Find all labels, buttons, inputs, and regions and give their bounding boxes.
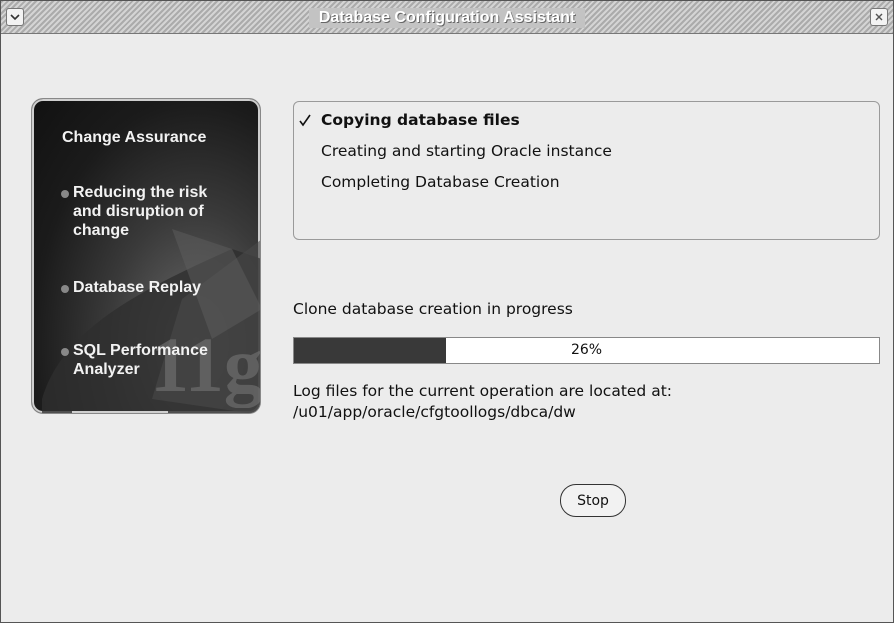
progress-label: 26%: [570, 342, 603, 358]
close-button[interactable]: [870, 8, 888, 26]
info-panel: 11g Change Assurance Reducing the risk a…: [31, 98, 261, 414]
panel-heading: Change Assurance: [62, 129, 207, 146]
progress-bar: 26%: [293, 337, 880, 364]
checkmark-icon: [299, 114, 311, 127]
panel-item-replay: Database Replay: [73, 279, 202, 296]
step-copying-files: Copying database files: [321, 111, 520, 129]
step-completing-creation: Completing Database Creation: [321, 173, 560, 191]
step-creating-instance: Creating and starting Oracle instance: [321, 142, 612, 160]
log-info: Log files for the current operation are …: [293, 381, 672, 423]
close-icon: [875, 13, 883, 21]
bullet-icon: [61, 348, 69, 356]
steps-list: Copying database files Creating and star…: [293, 101, 880, 240]
panel-item-risk: Reducing the risk and disruption of chan…: [73, 184, 208, 239]
stop-button[interactable]: Stop: [560, 484, 626, 517]
title-bar[interactable]: Database Configuration Assistant: [1, 1, 893, 34]
log-description: Log files for the current operation are …: [293, 382, 672, 400]
log-path: /u01/app/oracle/cfgtoollogs/dbca/dw: [293, 403, 576, 421]
bullet-icon: [61, 285, 69, 293]
dbca-window: Database Configuration Assistant 11g Cha…: [0, 0, 894, 623]
status-text: Clone database creation in progress: [293, 300, 573, 318]
window-title: Database Configuration Assistant: [308, 8, 586, 28]
panel-item-sqlpa: SQL Performance Analyzer: [73, 342, 208, 378]
bullet-icon: [61, 190, 69, 198]
